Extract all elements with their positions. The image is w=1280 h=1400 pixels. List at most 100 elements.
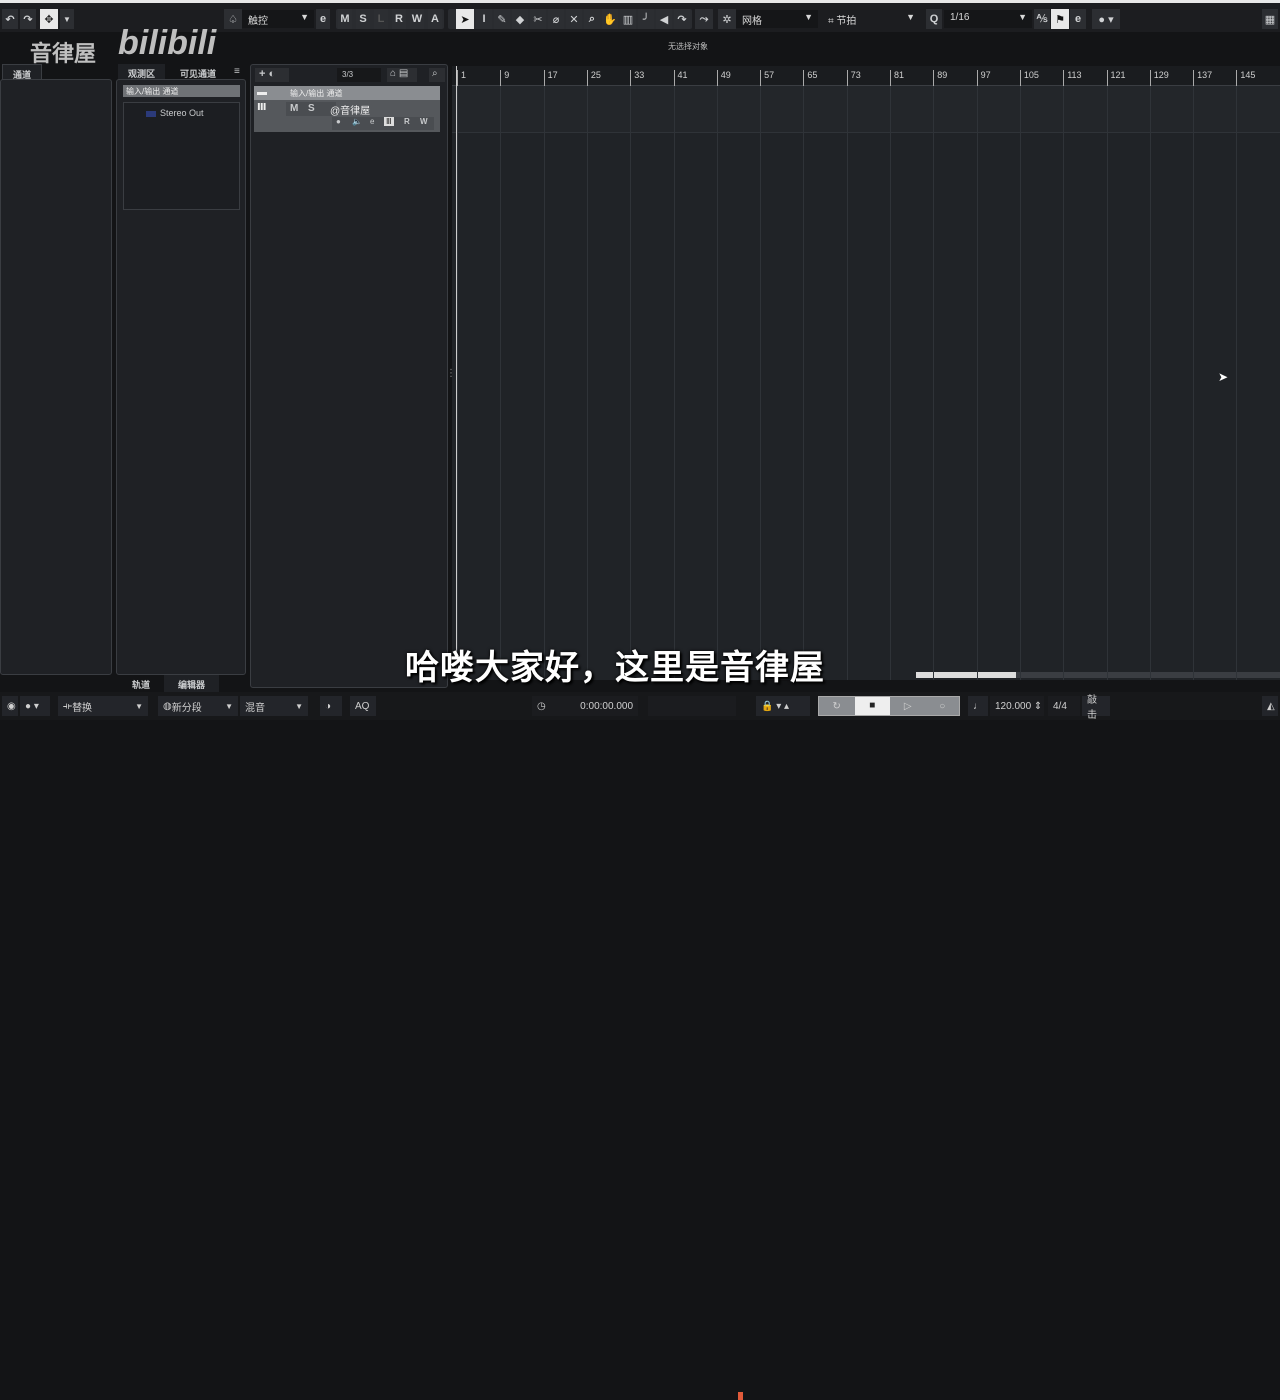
ruler-bar-49: 49 (716, 70, 731, 86)
lock-icon[interactable]: 🔒 ▾ ▴ (756, 696, 810, 716)
track-name[interactable]: @音律屋 (330, 102, 370, 117)
signature-field[interactable]: 4/4 (1048, 696, 1080, 716)
click-button[interactable]: 敲击 (1082, 695, 1110, 721)
tempo-track-icon[interactable]: ♩ (968, 696, 988, 716)
channel-tree: Stereo Out (123, 102, 240, 210)
play-icon[interactable]: ▷ (890, 701, 926, 712)
scissors-tool-icon[interactable]: ✂ (530, 9, 546, 29)
redo-icon[interactable]: ↷ (20, 9, 36, 29)
inspector: 观测区 可见通道 ≡ 输入/输出 通道 Stereo Out 轨道 编辑器 (116, 64, 246, 694)
keyboard-icon[interactable]: ▦ (1262, 9, 1278, 29)
time-display[interactable]: ◷ 0:00:00.000 (532, 696, 638, 716)
comp-tool-icon[interactable]: ▥ (620, 9, 636, 29)
edit-icon[interactable]: e (1070, 9, 1086, 29)
track-solo-button[interactable]: S (308, 103, 315, 114)
warp-tool-icon[interactable]: ↷ (674, 9, 690, 29)
cycle-icon[interactable]: ↻ (819, 701, 855, 712)
cycle-mode-select[interactable]: ◍ 新分段 ▼ (158, 696, 238, 716)
aq-button[interactable]: AQ (350, 696, 376, 716)
activate-icon[interactable]: ◉ (2, 696, 18, 716)
colorize-icon[interactable]: ● ▾ (1092, 9, 1120, 29)
solo-button[interactable]: S (356, 9, 370, 29)
track-visibility-icon[interactable]: ⌂ ▤ (387, 68, 417, 82)
horizontal-scrollbar[interactable] (916, 672, 1280, 678)
write-button[interactable]: W (410, 9, 424, 29)
chevron-down-icon: ▼ (300, 12, 309, 22)
zoom-tool-icon[interactable]: ⌕ (584, 9, 600, 29)
track-mute-button[interactable]: M (290, 103, 298, 114)
ruler-bar-121: 121 (1106, 70, 1126, 86)
no-selection-text: 无选择对象 (668, 42, 708, 51)
line-tool-icon[interactable]: ╯ (638, 9, 654, 29)
flag-icon[interactable]: ⚑ (1051, 9, 1069, 29)
read-automation-button[interactable]: R (404, 117, 410, 126)
instrument-track[interactable]: Ⅲ M S @音律屋 ● 🔈 e Ⅲ R W (254, 100, 440, 132)
info-line: 音律屋 bilibili 无选择对象 (0, 24, 1280, 66)
play-tool-icon[interactable]: ◀ (656, 9, 672, 29)
auto-scroll-icon[interactable]: ⤳ (695, 9, 713, 29)
read-button[interactable]: R (392, 9, 406, 29)
ms-group: M S (286, 102, 336, 116)
pointer-tool-icon[interactable]: ➤ (456, 9, 474, 29)
instrument-button[interactable]: Ⅲ (384, 117, 394, 126)
cycle-mode-value: 新分段 (171, 702, 202, 714)
record-mode-select[interactable]: ⟛ 替换 ▼ (58, 696, 148, 716)
tempo-field[interactable]: 120.000 ⇕ (990, 696, 1044, 716)
scrollbar-thumb[interactable] (916, 672, 1016, 678)
ruler-bar-137: 137 (1193, 70, 1212, 86)
monitor-button[interactable]: 🔈 (352, 117, 362, 126)
mute-tool-icon[interactable]: ✕ (566, 9, 582, 29)
ruler[interactable]: 1 9 17 25 33 41 49 57 65 73 81 89 97 105 113 121 129 137 1… (452, 66, 1280, 86)
hand-tool-icon[interactable]: ✋ (602, 9, 618, 29)
record-icon[interactable]: ○ (926, 701, 960, 712)
glue-tool-icon[interactable]: ⌀ (548, 9, 564, 29)
auto-button[interactable]: A (428, 9, 442, 29)
edit-icon[interactable]: e (316, 9, 330, 29)
mix-mode-select[interactable]: 混音 ▼ (240, 696, 308, 716)
grid-line (1106, 86, 1108, 680)
piano-icon: Ⅲ (257, 102, 267, 113)
snap-type-select[interactable]: 网格 ▼ (736, 10, 818, 28)
listen-button[interactable]: L (374, 9, 388, 29)
eraser-tool-icon[interactable]: ◆ (512, 9, 528, 29)
grid-type-select[interactable]: ⌗ 节拍 ▼ (822, 10, 920, 28)
snap-icon[interactable]: ✲ (718, 9, 736, 29)
grid-line (1193, 86, 1195, 680)
grid-line (890, 86, 891, 680)
automation-icon[interactable]: ♤ (224, 9, 242, 29)
write-automation-button[interactable]: W (420, 117, 428, 126)
record-mode-icon[interactable]: ● ▾ (20, 696, 50, 716)
auto-quantize-icon[interactable]: ◑ (320, 696, 342, 716)
io-folder[interactable]: 输入/输出 通道 (123, 85, 240, 97)
metronome-icon[interactable]: ◭ (1262, 696, 1278, 716)
divider-handle-icon[interactable]: ⋮ (446, 368, 456, 379)
pencil-tool-icon[interactable]: ✎ (494, 9, 510, 29)
channel-panel (0, 79, 112, 675)
grid-line (543, 86, 545, 680)
grid-line (673, 86, 675, 680)
chevron-down-icon[interactable]: ▼ (60, 9, 74, 29)
left-zone: 通道 (0, 64, 112, 676)
folder-track[interactable]: ▬ 输入/输出 通道 (254, 86, 440, 100)
add-track-icon[interactable]: + ◐ (255, 68, 289, 82)
quantize-select[interactable]: 1/16 ▼ (944, 10, 1032, 28)
snap-type-value: 网格 (742, 16, 762, 27)
mute-button[interactable]: M (338, 9, 352, 29)
search-icon[interactable]: ⌕ (429, 68, 445, 82)
range-tool-icon[interactable]: I (476, 9, 492, 29)
stop-icon[interactable]: ■ (854, 697, 890, 715)
automation-mode-select[interactable]: 触控 ▼ (242, 10, 314, 28)
menu-icon[interactable]: ≡ (234, 66, 240, 77)
constrain-delay-icon[interactable]: ✥ (40, 9, 58, 29)
project-window[interactable]: 1 9 17 25 33 41 49 57 65 73 81 89 97 105 113 121 129 137 1… (452, 66, 1280, 680)
edit-instrument-button[interactable]: e (370, 117, 374, 126)
msl-group: M S L R W A (336, 9, 444, 29)
ruler-bar-105: 105 (1019, 70, 1039, 86)
quantize-icon[interactable]: Q (926, 9, 942, 29)
stereo-out-item[interactable]: Stereo Out (160, 108, 204, 118)
record-enable-button[interactable]: ● (336, 117, 341, 126)
grid-line (1063, 86, 1065, 680)
iterative-quantize-icon[interactable]: ⅍ (1034, 9, 1050, 29)
track-controls: ● 🔈 e Ⅲ R W (332, 117, 434, 130)
undo-icon[interactable]: ↶ (2, 9, 18, 29)
